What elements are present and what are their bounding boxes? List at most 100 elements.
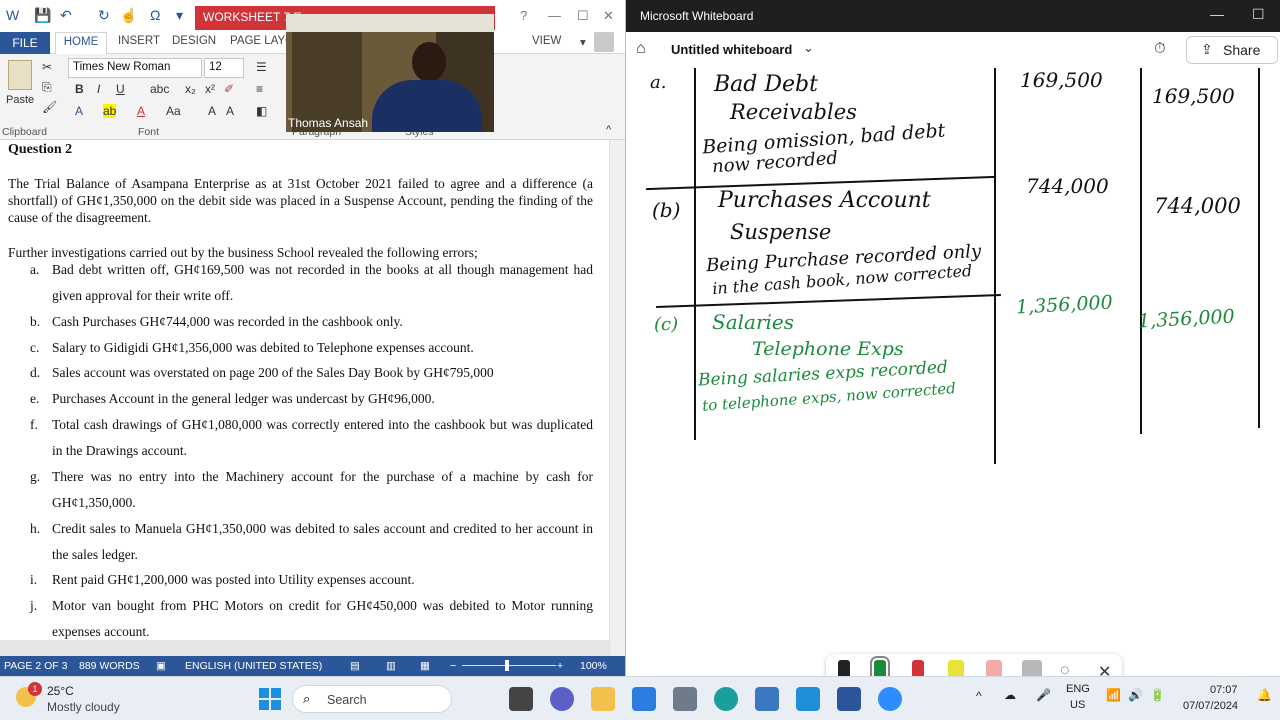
tab-home[interactable]: HOME bbox=[55, 32, 107, 55]
maximize-icon[interactable]: ☐ bbox=[577, 8, 589, 24]
whiteboard-canvas[interactable]: a. Bad Debt Receivables Being omission, … bbox=[626, 68, 1280, 676]
clock-time[interactable]: 07:07 bbox=[1210, 684, 1238, 696]
bold-icon[interactable]: B bbox=[75, 82, 84, 96]
clock-date[interactable]: 07/07/2024 bbox=[1183, 700, 1238, 712]
snipping-tool-icon[interactable] bbox=[755, 687, 779, 711]
lasso-icon[interactable]: ◌ bbox=[1060, 662, 1070, 676]
close-icon[interactable]: ✕ bbox=[603, 8, 614, 24]
cloud-icon[interactable]: ☁ bbox=[1004, 688, 1016, 702]
customize-icon[interactable]: ▾ bbox=[176, 7, 183, 24]
document-page[interactable]: Question 2 The Trial Balance of Asampana… bbox=[0, 140, 609, 640]
chevron-down-icon[interactable]: ⌄ bbox=[803, 40, 814, 56]
zoom-slider[interactable] bbox=[462, 665, 556, 666]
zoom-out-icon[interactable]: − bbox=[450, 660, 456, 672]
video-participant-tile: Thomas Ansah bbox=[286, 14, 494, 132]
zoom-slider-thumb[interactable] bbox=[505, 660, 509, 671]
paint-icon[interactable] bbox=[632, 687, 656, 711]
weather-description[interactable]: Mostly cloudy bbox=[47, 700, 120, 714]
text-effects-icon[interactable]: A bbox=[75, 104, 83, 118]
clear-format-icon[interactable]: ✐ bbox=[224, 82, 234, 96]
grow-font-icon[interactable]: A bbox=[208, 104, 216, 118]
file-explorer-icon[interactable] bbox=[591, 687, 615, 711]
tab-insert[interactable]: INSERT bbox=[118, 35, 160, 47]
highlighter-icon[interactable] bbox=[948, 660, 964, 676]
help-icon[interactable]: ? bbox=[520, 8, 527, 23]
chevron-up-icon[interactable]: ^ bbox=[976, 689, 982, 703]
collapse-ribbon-icon[interactable]: ^ bbox=[606, 124, 611, 136]
tab-view[interactable]: VIEW bbox=[532, 35, 561, 47]
minimize-icon[interactable]: — bbox=[548, 8, 561, 23]
volume-icon[interactable]: 🔊 bbox=[1128, 688, 1143, 702]
minimize-icon[interactable]: — bbox=[1210, 6, 1224, 22]
whiteboard-app-icon[interactable] bbox=[796, 687, 820, 711]
align-icon[interactable]: ≡ bbox=[256, 82, 263, 96]
web-layout-icon[interactable]: ▦ bbox=[420, 660, 430, 672]
copy-icon[interactable]: ⎘ bbox=[42, 80, 52, 95]
eraser-icon[interactable] bbox=[986, 660, 1002, 676]
zoom-in-icon[interactable]: + bbox=[557, 660, 563, 672]
zoom-level[interactable]: 100% bbox=[580, 660, 607, 672]
red-pen-icon[interactable] bbox=[912, 660, 924, 676]
format-painter-icon[interactable]: 🖌 bbox=[42, 100, 57, 114]
edge-icon[interactable] bbox=[714, 687, 738, 711]
list-item: a. Bad debt written off, GH¢169,500 was … bbox=[30, 257, 593, 309]
zoom-app-icon[interactable] bbox=[878, 687, 902, 711]
language-code[interactable]: ENG bbox=[1066, 683, 1090, 695]
word-count[interactable]: 889 WORDS bbox=[79, 660, 140, 672]
touch-mode-icon[interactable]: ☝ bbox=[120, 7, 137, 24]
share-button[interactable]: ⇪ Share bbox=[1186, 36, 1278, 64]
language-region[interactable]: US bbox=[1070, 699, 1085, 711]
account-avatar[interactable] bbox=[594, 32, 614, 52]
save-icon[interactable]: 💾 bbox=[34, 7, 51, 24]
strikethrough-icon[interactable]: abc bbox=[150, 82, 169, 96]
board-title[interactable]: Untitled whiteboard bbox=[671, 42, 792, 57]
change-case-icon[interactable]: Aa bbox=[166, 104, 181, 118]
microphone-icon[interactable]: 🎤 bbox=[1036, 688, 1051, 702]
vertical-scrollbar[interactable] bbox=[609, 140, 625, 656]
list-text: Sales account was overstated on page 200… bbox=[52, 365, 494, 380]
tab-page-layout[interactable]: PAGE LAYO bbox=[230, 35, 294, 47]
start-icon[interactable] bbox=[259, 688, 281, 710]
wifi-icon[interactable]: 📶 bbox=[1106, 688, 1121, 702]
timer-icon[interactable]: ⏱ bbox=[1154, 40, 1166, 57]
highlight-icon[interactable]: ab bbox=[103, 104, 117, 118]
paste-icon[interactable] bbox=[8, 60, 32, 90]
language-status[interactable]: ENGLISH (UNITED STATES) bbox=[185, 660, 322, 672]
word-app-icon[interactable] bbox=[837, 687, 861, 711]
shading-icon[interactable]: ◧ bbox=[256, 104, 267, 118]
taskbar-search[interactable]: ⌕ Search bbox=[292, 685, 452, 713]
weather-temperature[interactable]: 25°C bbox=[47, 684, 74, 698]
redo-icon[interactable]: ↻ bbox=[98, 7, 110, 24]
page-count[interactable]: PAGE 2 OF 3 bbox=[4, 660, 67, 672]
superscript-icon[interactable]: x² bbox=[205, 82, 215, 96]
read-mode-icon[interactable]: ▤ bbox=[350, 660, 360, 672]
teams-icon[interactable] bbox=[550, 687, 574, 711]
home-icon[interactable]: ⌂ bbox=[636, 40, 646, 58]
maximize-icon[interactable]: ☐ bbox=[1252, 6, 1265, 23]
tab-file[interactable]: FILE bbox=[0, 32, 50, 54]
ruler-icon[interactable] bbox=[1022, 660, 1042, 676]
black-pen-icon[interactable] bbox=[838, 660, 850, 676]
font-name-select[interactable]: Times New Roman bbox=[68, 58, 202, 78]
bullets-icon[interactable]: ☰ bbox=[256, 60, 267, 74]
task-view-icon[interactable] bbox=[509, 687, 533, 711]
close-icon[interactable]: ✕ bbox=[1098, 662, 1111, 676]
shrink-font-icon[interactable]: A bbox=[226, 104, 234, 118]
cut-icon[interactable]: ✂ bbox=[42, 60, 52, 74]
font-color-icon[interactable]: A bbox=[137, 104, 145, 118]
proofing-icon[interactable]: ▣ bbox=[156, 660, 166, 672]
print-layout-icon[interactable]: ▥ bbox=[386, 660, 396, 672]
undo-icon[interactable]: ↶ bbox=[60, 7, 72, 24]
subscript-icon[interactable]: x₂ bbox=[185, 82, 196, 96]
paste-button[interactable]: Paste bbox=[6, 94, 34, 106]
ribbon-options-icon[interactable]: ▾ bbox=[580, 35, 586, 49]
calculator-icon[interactable] bbox=[673, 687, 697, 711]
notifications-icon[interactable]: 🔔 bbox=[1257, 688, 1272, 702]
battery-icon[interactable]: 🔋 bbox=[1150, 688, 1165, 702]
font-size-select[interactable]: 12 bbox=[204, 58, 244, 78]
green-pen-icon[interactable] bbox=[870, 656, 890, 676]
symbol-icon[interactable]: Ω bbox=[150, 7, 160, 23]
tab-design[interactable]: DESIGN bbox=[172, 35, 216, 47]
italic-icon[interactable]: I bbox=[97, 82, 100, 96]
underline-icon[interactable]: U bbox=[116, 82, 125, 96]
